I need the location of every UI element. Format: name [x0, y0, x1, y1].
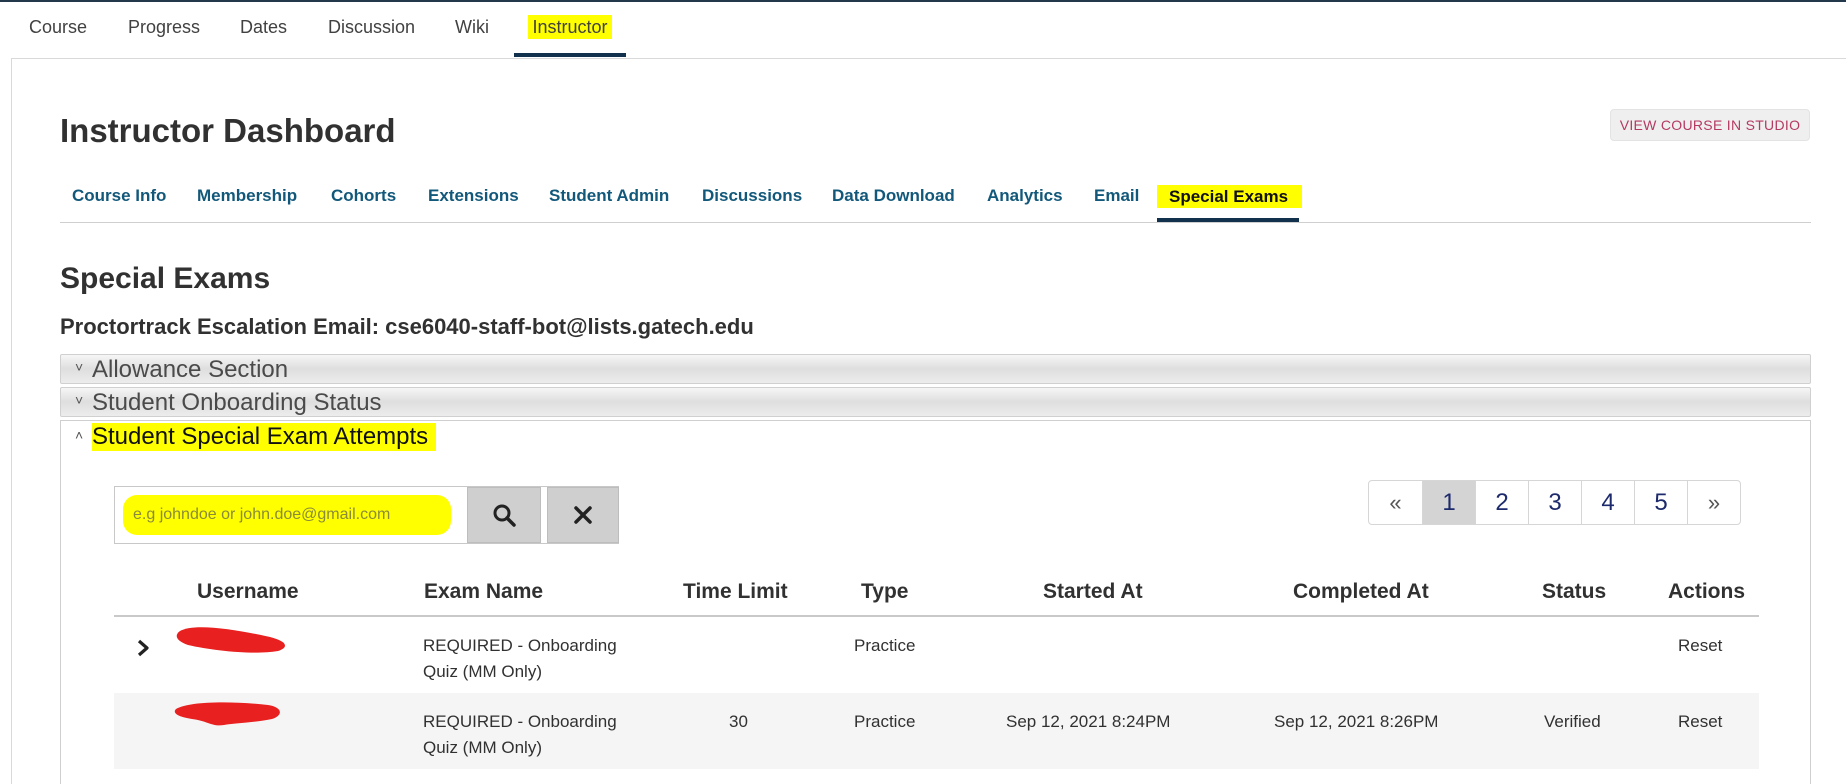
tab-cohorts[interactable]: Cohorts — [331, 186, 396, 206]
course-tab-discussion[interactable]: Discussion — [328, 2, 415, 57]
clear-search-button[interactable] — [547, 487, 619, 543]
redaction-mark — [174, 702, 280, 726]
reset-button[interactable]: Reset — [1678, 709, 1722, 735]
escalation-email-label: Proctortrack Escalation Email: — [60, 314, 380, 339]
col-actions: Actions — [1668, 580, 1746, 603]
chevron-down-icon: ˅ — [75, 392, 84, 408]
course-tab-wiki[interactable]: Wiki — [455, 2, 489, 57]
cell-exam-name: REQUIRED - Onboarding Quiz (MM Only) — [423, 633, 617, 685]
tab-email[interactable]: Email — [1094, 186, 1139, 206]
view-in-studio-button[interactable]: VIEW COURSE IN STUDIO — [1610, 109, 1810, 141]
tab-special-exams[interactable]: Special Exams — [1157, 176, 1303, 222]
accordion-allowance-section[interactable]: ˅ Allowance Section — [60, 354, 1811, 384]
accordion-exam-attempts[interactable]: ˄ Student Special Exam Attempts — [61, 421, 461, 455]
pagination-page-5[interactable]: 5 — [1634, 481, 1687, 524]
page-title: Instructor Dashboard — [60, 112, 396, 149]
col-username: Username — [197, 580, 299, 603]
cell-exam-name-line1: REQUIRED - Onboarding — [423, 712, 617, 731]
redaction-mark — [176, 627, 285, 653]
dashboard-tabs: Course Info Membership Cohorts Extension… — [60, 176, 1811, 223]
pagination-page-4[interactable]: 4 — [1581, 481, 1634, 524]
cell-completed-at: Sep 12, 2021 8:26PM — [1274, 712, 1439, 731]
cell-exam-name-line2: Quiz (MM Only) — [423, 738, 542, 757]
tab-course-info[interactable]: Course Info — [72, 186, 166, 206]
pagination: « 1 2 3 4 5 » — [1368, 480, 1741, 525]
tab-special-exams-label: Special Exams — [1157, 185, 1303, 208]
pagination-page-2[interactable]: 2 — [1475, 481, 1528, 524]
close-icon — [574, 506, 592, 524]
pagination-next[interactable]: » — [1687, 481, 1740, 524]
search-icon — [493, 504, 516, 527]
cell-exam-name-line2: Quiz (MM Only) — [423, 662, 542, 681]
accordion-onboarding-status[interactable]: ˅ Student Onboarding Status — [60, 387, 1811, 417]
cell-exam-name: REQUIRED - Onboarding Quiz (MM Only) — [423, 709, 617, 761]
cell-status: Verified — [1544, 712, 1601, 731]
escalation-email-value: cse6040-staff-bot@lists.gatech.edu — [385, 314, 754, 339]
search-button[interactable] — [467, 487, 541, 543]
cell-started-at: Sep 12, 2021 8:24PM — [1006, 712, 1171, 731]
tab-student-admin[interactable]: Student Admin — [549, 186, 669, 206]
col-status: Status — [1542, 580, 1607, 603]
tab-membership[interactable]: Membership — [197, 186, 297, 206]
expand-row-button[interactable] — [136, 639, 150, 662]
table-row: REQUIRED - Onboarding Quiz (MM Only) Pra… — [114, 617, 1759, 693]
tab-discussions[interactable]: Discussions — [702, 186, 802, 206]
cell-exam-name-line1: REQUIRED - Onboarding — [423, 636, 617, 655]
course-tab-instructor-label: Instructor — [528, 15, 612, 39]
col-completed-at: Completed At — [1293, 580, 1429, 603]
table-header: Username Exam Name Time Limit Type Start… — [114, 572, 1759, 617]
search-input[interactable] — [123, 495, 451, 535]
col-exam-name: Exam Name — [424, 580, 544, 603]
cell-type: Practice — [854, 636, 916, 655]
course-tab-progress[interactable]: Progress — [128, 2, 200, 57]
escalation-email: Proctortrack Escalation Email: cse6040-st… — [60, 314, 754, 340]
search-box — [114, 486, 619, 544]
accordion-label: Student Special Exam Attempts — [92, 423, 437, 451]
pagination-page-1[interactable]: 1 — [1422, 481, 1475, 524]
cell-time-limit: 30 — [729, 712, 748, 731]
pagination-page-3[interactable]: 3 — [1528, 481, 1581, 524]
accordion-label: Allowance Section — [92, 356, 289, 383]
section-title: Special Exams — [60, 262, 271, 295]
reset-button[interactable]: Reset — [1678, 633, 1722, 659]
col-type: Type — [861, 580, 909, 603]
col-started-at: Started At — [1043, 580, 1143, 603]
course-tab-course[interactable]: Course — [29, 2, 87, 57]
col-time-limit: Time Limit — [683, 580, 788, 603]
chevron-up-icon: ˄ — [75, 427, 84, 443]
tab-extensions[interactable]: Extensions — [428, 186, 519, 206]
course-nav: Course Progress Dates Discussion Wiki In… — [0, 2, 1846, 58]
table-row: REQUIRED - Onboarding Quiz (MM Only) 30 … — [114, 693, 1759, 769]
attempts-table: Username Exam Name Time Limit Type Start… — [114, 572, 1759, 769]
pagination-prev[interactable]: « — [1369, 481, 1422, 524]
accordion-label: Student Onboarding Status — [92, 389, 382, 416]
course-tab-dates[interactable]: Dates — [240, 2, 287, 57]
cell-type: Practice — [854, 712, 916, 731]
chevron-right-icon — [137, 639, 149, 657]
tab-analytics[interactable]: Analytics — [987, 186, 1063, 206]
course-tab-instructor[interactable]: Instructor — [514, 2, 626, 57]
tab-data-download[interactable]: Data Download — [832, 186, 955, 206]
chevron-down-icon: ˅ — [75, 359, 84, 375]
